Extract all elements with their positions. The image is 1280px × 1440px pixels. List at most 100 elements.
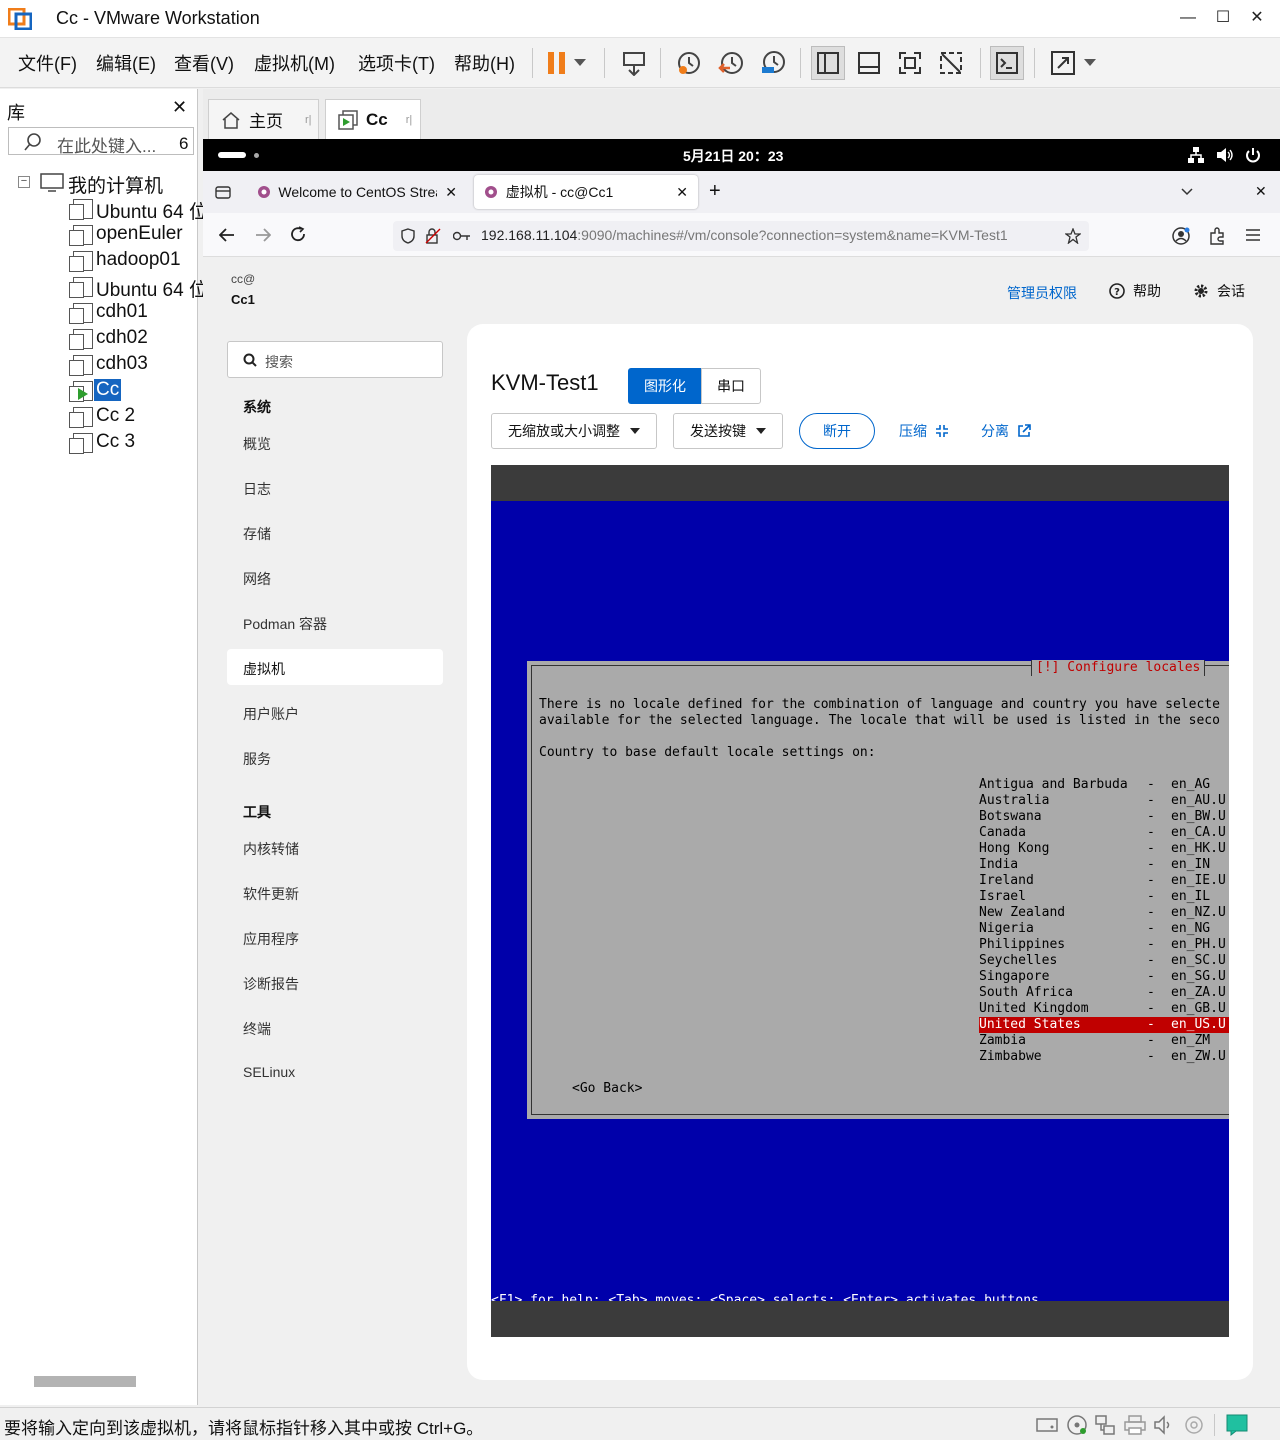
pause-icon[interactable] xyxy=(540,46,574,80)
tab-overview-icon[interactable] xyxy=(215,184,231,200)
send-key-dropdown[interactable]: 发送按键 xyxy=(673,413,783,449)
go-back-button[interactable]: <Go Back> xyxy=(572,1081,642,1097)
close-tab-icon[interactable]: ✕ xyxy=(676,184,688,201)
nav-storage[interactable]: 存储 xyxy=(243,524,271,544)
menu-view[interactable]: 查看(V) xyxy=(174,50,234,76)
snapshot-manager-icon[interactable] xyxy=(756,46,790,80)
country-row[interactable]: United States - en_US.U xyxy=(979,1017,1229,1033)
list-tabs-icon[interactable] xyxy=(1181,188,1193,196)
admin-access-button[interactable]: 管理员权限 xyxy=(1007,283,1077,303)
tab-close-icon[interactable]: r| xyxy=(406,114,413,126)
country-row[interactable]: United Kingdom - en_GB.U xyxy=(979,1001,1229,1017)
tab-close-icon[interactable]: r| xyxy=(305,114,312,126)
menu-edit[interactable]: 编辑(E) xyxy=(96,50,156,76)
full-screen-icon[interactable] xyxy=(893,46,927,80)
session-menu-button[interactable]: 会话 xyxy=(1193,281,1245,301)
network-adapter-icon[interactable] xyxy=(1094,1414,1116,1436)
display-icon[interactable] xyxy=(1184,1415,1204,1435)
country-row[interactable]: Israel - en_IL xyxy=(979,889,1229,905)
browser-tab-welcome[interactable]: Welcome to CentOS Stream ✕ xyxy=(247,175,467,209)
maximize-button[interactable]: ☐ xyxy=(1211,6,1235,30)
clock[interactable]: 5月21日 20：23 xyxy=(683,146,783,166)
bookmark-star-icon[interactable] xyxy=(1065,228,1081,244)
browser-tab-vm[interactable]: 虚拟机 - cc@Cc1 ✕ xyxy=(474,175,698,209)
disconnect-button[interactable]: 断开 xyxy=(799,413,875,449)
menu-vm[interactable]: 虚拟机(M) xyxy=(254,50,335,76)
country-row[interactable]: South Africa - en_ZA.U xyxy=(979,985,1229,1001)
scale-select[interactable]: 无缩放或大小调整 xyxy=(491,413,657,449)
library-scrollbar[interactable] xyxy=(34,1376,136,1387)
hard-disk-icon[interactable] xyxy=(1036,1416,1058,1434)
forward-icon[interactable] xyxy=(255,228,271,242)
cd-dvd-icon[interactable] xyxy=(1066,1414,1088,1436)
tab-serial-console[interactable]: 串口 xyxy=(701,368,761,404)
close-library-button[interactable]: ✕ xyxy=(172,97,187,118)
country-row[interactable]: India - en_IN xyxy=(979,857,1229,873)
nav-software-updates[interactable]: 软件更新 xyxy=(243,884,299,904)
close-tab-icon[interactable]: ✕ xyxy=(445,184,457,201)
tab-graphical-console[interactable]: 图形化 xyxy=(628,368,702,404)
nav-diagnostic-reports[interactable]: 诊断报告 xyxy=(243,974,299,994)
snapshot-icon[interactable] xyxy=(672,46,706,80)
country-row[interactable]: Zambia - en_ZM xyxy=(979,1033,1229,1049)
country-row[interactable]: Botswana - en_BW.U xyxy=(979,809,1229,825)
unity-icon[interactable] xyxy=(934,46,968,80)
nav-applications[interactable]: 应用程序 xyxy=(243,929,299,949)
nav-terminal[interactable]: 终端 xyxy=(243,1019,271,1039)
close-browser-button[interactable]: ✕ xyxy=(1255,183,1267,200)
country-row[interactable]: Australia - en_AU.U xyxy=(979,793,1229,809)
power-dropdown-icon[interactable] xyxy=(570,46,590,80)
send-ctrl-alt-del-icon[interactable] xyxy=(617,46,651,80)
minimize-button[interactable]: — xyxy=(1176,6,1200,30)
country-row[interactable]: Hong Kong - en_HK.U xyxy=(979,841,1229,857)
nav-logs[interactable]: 日志 xyxy=(243,479,271,499)
account-icon[interactable] xyxy=(1172,227,1190,245)
reload-icon[interactable] xyxy=(290,226,306,242)
tree-root-my-computer[interactable]: 我的计算机 xyxy=(68,171,163,198)
country-row[interactable]: New Zealand - en_NZ.U xyxy=(979,905,1229,921)
stretch-dropdown-icon[interactable] xyxy=(1080,46,1100,80)
library-search-input[interactable]: 在此处键入... 6 xyxy=(8,127,194,156)
url-field[interactable]: 192.168.11.104:9090/machines#/vm/console… xyxy=(393,221,1089,251)
message-log-icon[interactable] xyxy=(1226,1414,1248,1436)
back-icon[interactable] xyxy=(219,228,235,242)
thumbnail-bar-icon[interactable] xyxy=(852,46,886,80)
menu-help[interactable]: 帮助(H) xyxy=(454,50,515,76)
menu-tabs[interactable]: 选项卡(T) xyxy=(358,50,435,76)
collapse-toggle[interactable]: − xyxy=(18,176,30,188)
new-tab-button[interactable]: + xyxy=(709,180,721,203)
activities-indicator[interactable] xyxy=(218,152,246,158)
detach-button[interactable]: 分离 xyxy=(981,421,1031,441)
help-menu-button[interactable]: ? 帮助 xyxy=(1109,281,1161,301)
cockpit-host[interactable]: Cc1 xyxy=(231,292,255,307)
close-window-button[interactable]: ✕ xyxy=(1245,6,1269,30)
country-list[interactable]: Antigua and Barbuda - en_AG Australia - en_AU… xyxy=(979,777,1229,1065)
sound-card-icon[interactable] xyxy=(1154,1415,1176,1435)
nav-network[interactable]: 网络 xyxy=(243,569,271,589)
country-row[interactable]: Singapore - en_SG.U xyxy=(979,969,1229,985)
country-row[interactable]: Zimbabwe - en_ZW.U xyxy=(979,1049,1229,1065)
network-icon[interactable] xyxy=(1188,147,1204,163)
power-icon[interactable] xyxy=(1245,147,1261,163)
nav-kdump[interactable]: 内核转储 xyxy=(243,839,299,859)
country-row[interactable]: Philippines - en_PH.U xyxy=(979,937,1229,953)
revert-snapshot-icon[interactable] xyxy=(714,46,748,80)
show-library-icon[interactable] xyxy=(811,46,845,80)
menu-file[interactable]: 文件(F) xyxy=(18,50,77,76)
extensions-icon[interactable] xyxy=(1208,227,1226,245)
country-row[interactable]: Nigeria - en_NG xyxy=(979,921,1229,937)
printer-icon[interactable] xyxy=(1124,1415,1146,1435)
tab-home[interactable]: 主页 r| xyxy=(208,99,319,139)
nav-services[interactable]: 服务 xyxy=(243,749,271,769)
country-row[interactable]: Ireland - en_IE.U xyxy=(979,873,1229,889)
nav-selinux[interactable]: SELinux xyxy=(243,1064,295,1080)
nav-overview[interactable]: 概览 xyxy=(243,434,271,454)
nav-accounts[interactable]: 用户账户 xyxy=(243,704,299,724)
volume-icon[interactable] xyxy=(1216,147,1234,163)
tab-cc[interactable]: Cc r| xyxy=(325,99,421,139)
country-row[interactable]: Canada - en_CA.U xyxy=(979,825,1229,841)
console-view-icon[interactable] xyxy=(990,46,1024,80)
vnc-console[interactable]: [!] Configure locales There is no locale… xyxy=(491,465,1229,1337)
compress-button[interactable]: 压缩 xyxy=(899,421,949,441)
nav-virtual-machines[interactable]: 虚拟机 xyxy=(243,659,285,679)
